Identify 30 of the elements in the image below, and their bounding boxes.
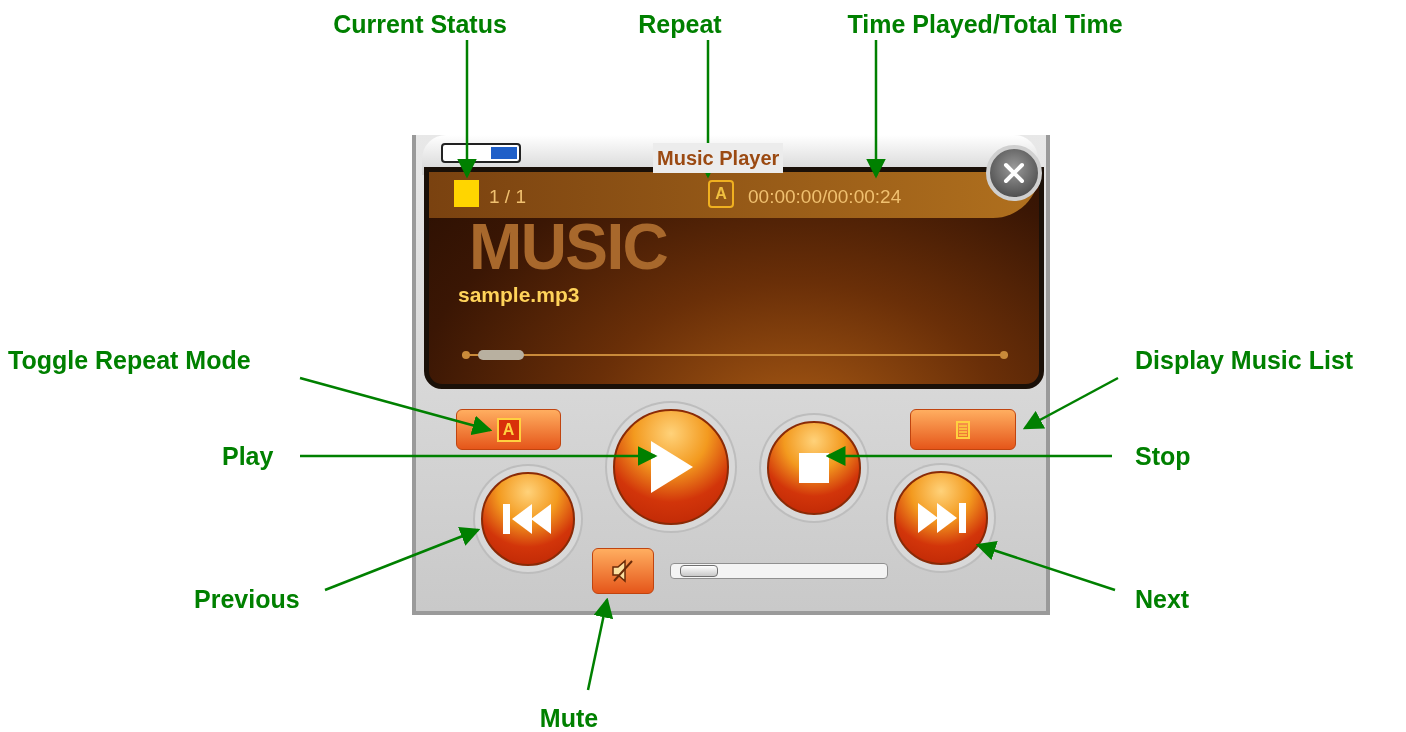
- close-icon: [1003, 162, 1025, 184]
- window-title: Music Player: [653, 143, 784, 173]
- callout-label: Display Music List: [1135, 345, 1354, 375]
- progress-thumb[interactable]: [478, 350, 525, 360]
- callout-label: Play: [222, 441, 274, 471]
- previous-icon: [503, 504, 553, 534]
- list-icon: [956, 420, 970, 439]
- callout-label: Toggle Repeat Mode: [8, 345, 251, 375]
- callout-label: Mute: [539, 703, 599, 732]
- time-display: 00:00:00/00:00:24: [748, 185, 902, 209]
- file-name: sample.mp3: [458, 282, 580, 308]
- callout-label: Time Played/Total Time: [847, 9, 1123, 39]
- next-icon: [916, 503, 966, 533]
- callout-label: Next: [1135, 584, 1190, 614]
- volume-thumb[interactable]: [680, 565, 718, 577]
- callout-label: Previous: [194, 584, 300, 614]
- callout-label: Stop: [1135, 441, 1191, 471]
- music-list-button[interactable]: [910, 409, 1016, 450]
- background-text: MUSIC: [469, 218, 668, 276]
- track-count: 1 / 1: [489, 185, 526, 209]
- play-icon: [649, 441, 693, 493]
- callout-label: Repeat: [638, 9, 722, 39]
- battery-icon: [441, 143, 523, 163]
- mute-button[interactable]: [592, 548, 654, 594]
- repeat-mode-button[interactable]: A: [456, 409, 561, 450]
- repeat-indicator: A: [708, 180, 734, 208]
- volume-slider[interactable]: [670, 563, 888, 579]
- stop-icon: [799, 453, 829, 483]
- progress-slider[interactable]: [462, 349, 1008, 361]
- callout-label: Current Status: [333, 9, 507, 39]
